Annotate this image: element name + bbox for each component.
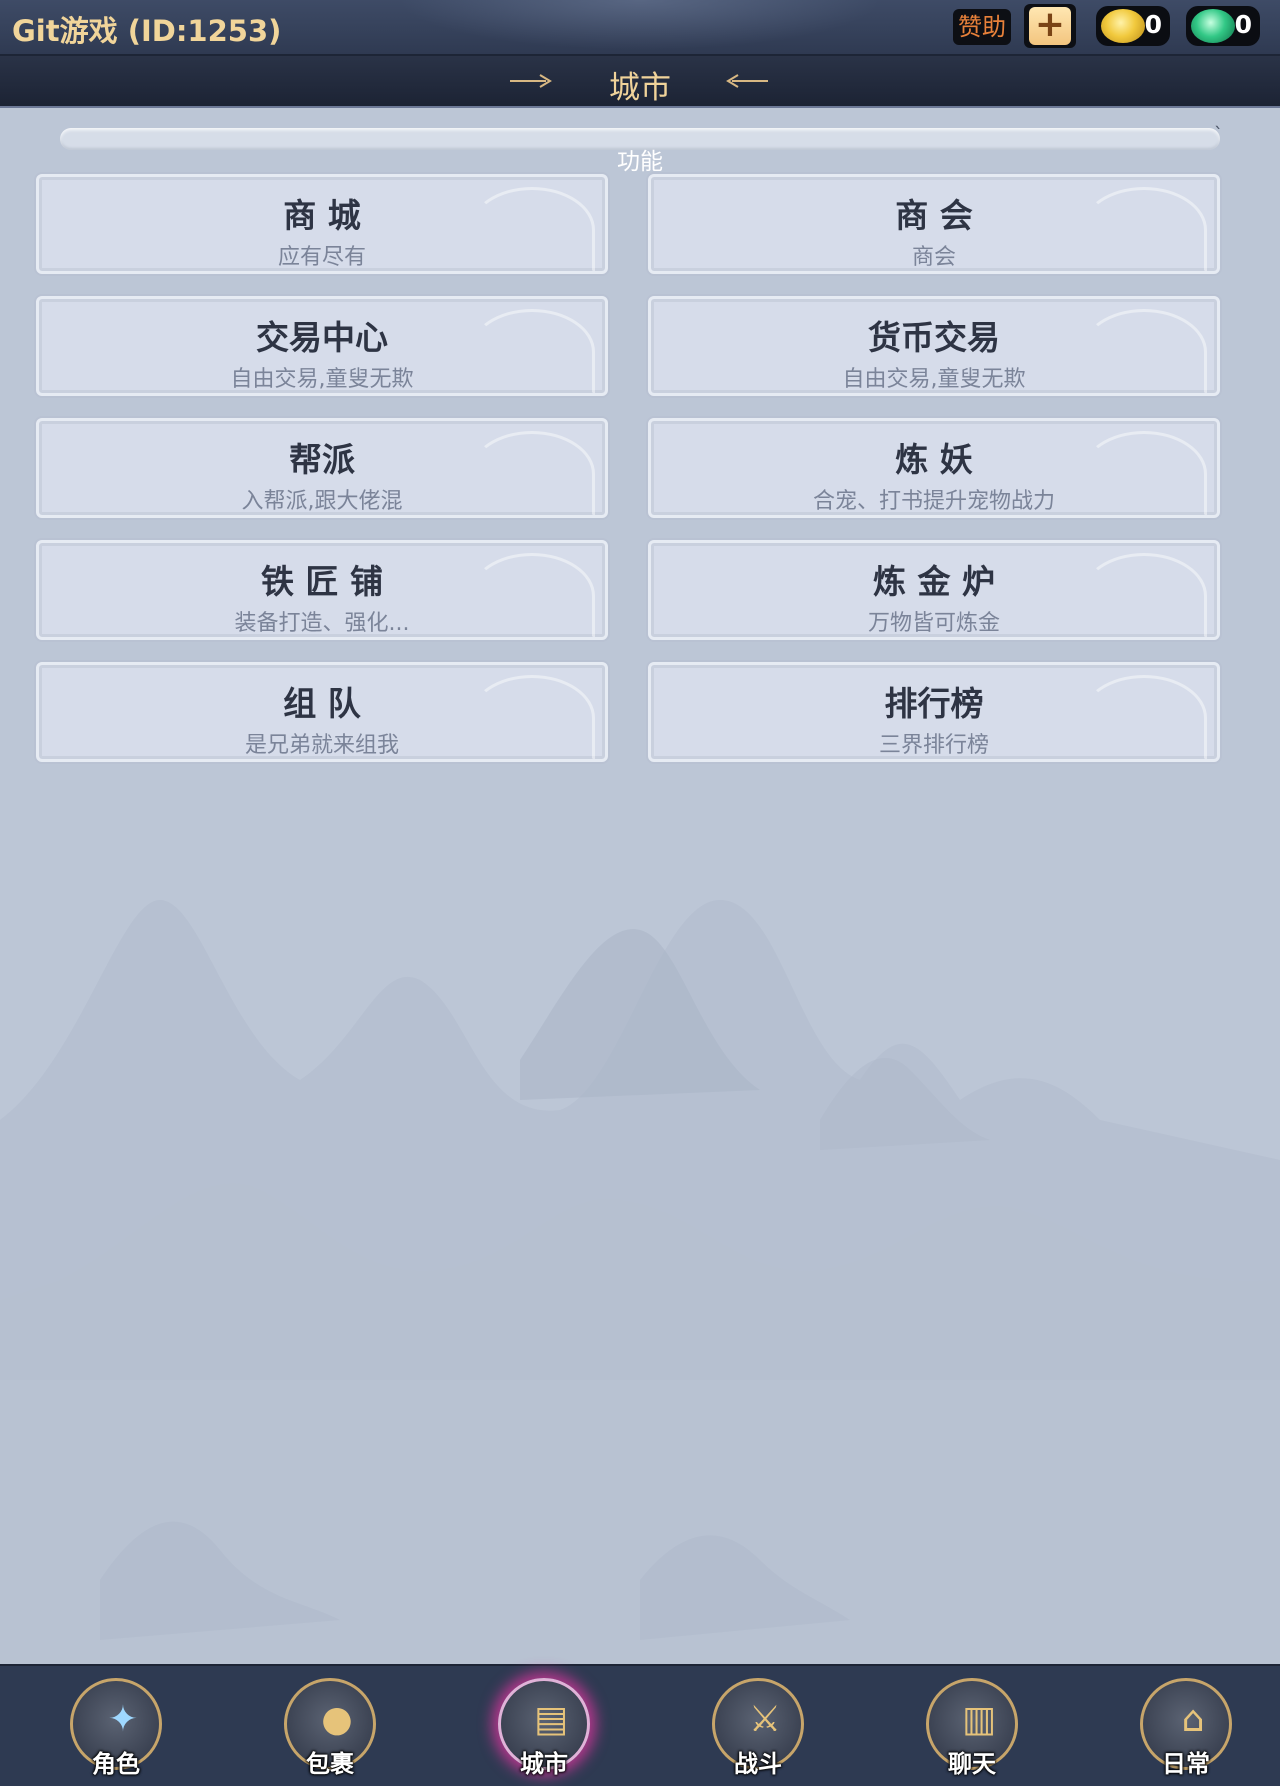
card-subtitle: 入帮派,跟大佬混 (241, 489, 403, 514)
card-title: 货币交易 (868, 318, 1000, 357)
mall-card[interactable]: 商 城 应有尽有 (36, 174, 608, 274)
plus-icon: + (1029, 7, 1071, 45)
app-title: Git游戏 (ID:1253) (12, 14, 282, 48)
card-title: 铁 匠 铺 (261, 562, 383, 601)
blacksmith-card[interactable]: 铁 匠 铺 装备打造、强化... (36, 540, 608, 640)
arrow-ornament-right-icon (726, 74, 768, 88)
trading-center-card[interactable]: 交易中心 自由交易,童叟无欺 (36, 296, 608, 396)
currency-exchange-card[interactable]: 货币交易 自由交易,童叟无欺 (648, 296, 1220, 396)
recharge-button[interactable]: + (1024, 4, 1076, 48)
card-subtitle: 装备打造、强化... (234, 611, 410, 636)
nav-city[interactable]: ▤ 城市 (494, 1674, 598, 1782)
nav-label: 聊天 (948, 1749, 996, 1778)
card-title: 排行榜 (884, 684, 984, 723)
nav-label: 角色 (92, 1749, 140, 1778)
section-label: 功能 (617, 149, 663, 175)
card-subtitle: 是兄弟就来组我 (244, 733, 399, 758)
alchemy-furnace-card[interactable]: 炼 金 炉 万物皆可炼金 (648, 540, 1220, 640)
card-subtitle: 合宠、打书提升宠物战力 (812, 489, 1055, 514)
nav-label: 包裹 (306, 1749, 354, 1778)
chamber-of-commerce-card[interactable]: 商 会 商会 (648, 174, 1220, 274)
nav-chat[interactable]: ▥ 聊天 (922, 1674, 1026, 1782)
jade-value: 0 (1234, 10, 1252, 39)
nav-battle[interactable]: ⚔ 战斗 (708, 1674, 812, 1782)
jade-currency: 0 (1186, 6, 1260, 46)
pet-refine-card[interactable]: 炼 妖 合宠、打书提升宠物战力 (648, 418, 1220, 518)
card-title: 炼 妖 (895, 440, 973, 479)
card-title: 商 会 (895, 196, 973, 235)
card-subtitle: 万物皆可炼金 (867, 611, 1000, 636)
card-title: 组 队 (283, 684, 361, 723)
gold-coin-icon (1101, 9, 1145, 43)
card-subtitle: 自由交易,童叟无欺 (230, 367, 414, 392)
card-title: 商 城 (283, 196, 361, 235)
nav-label: 战斗 (734, 1749, 782, 1778)
guild-card[interactable]: 帮派 入帮派,跟大佬混 (36, 418, 608, 518)
nav-daily[interactable]: ⌂ 日常 (1136, 1674, 1240, 1782)
leaderboard-card[interactable]: 排行榜 三界排行榜 (648, 662, 1220, 762)
card-subtitle: 自由交易,童叟无欺 (842, 367, 1026, 392)
card-subtitle: 三界排行榜 (878, 733, 989, 758)
card-subtitle: 商会 (911, 245, 956, 270)
nav-label: 日常 (1162, 1749, 1210, 1778)
card-title: 帮派 (289, 440, 355, 479)
gold-value: 0 (1144, 10, 1162, 39)
mountain-background (0, 900, 1280, 1680)
top-bar: Git游戏 (ID:1253) 赞助 + 0 0 (0, 0, 1280, 56)
page-header: 城市 (0, 56, 1280, 108)
team-card[interactable]: 组 队 是兄弟就来组我 (36, 662, 608, 762)
card-title: 炼 金 炉 (873, 562, 995, 601)
jade-coin-icon (1191, 9, 1235, 43)
card-title: 交易中心 (256, 318, 388, 357)
card-subtitle: 应有尽有 (277, 245, 366, 270)
gold-currency: 0 (1096, 6, 1170, 46)
nav-bag[interactable]: ● 包裹 (280, 1674, 384, 1782)
sponsor-button[interactable]: 赞助 (953, 9, 1011, 45)
nav-character[interactable]: ✦ 角色 (66, 1674, 170, 1782)
function-grid: 商 城 应有尽有 商 会 商会 交易中心 自由交易,童叟无欺 货币交易 自由交易… (36, 174, 1222, 762)
bottom-nav: ✦ 角色 ● 包裹 ▤ 城市 ⚔ 战斗 ▥ 聊天 ⌂ 日常 (0, 1664, 1280, 1786)
page-title: 城市 (609, 70, 671, 106)
nav-label: 城市 (520, 1749, 568, 1778)
